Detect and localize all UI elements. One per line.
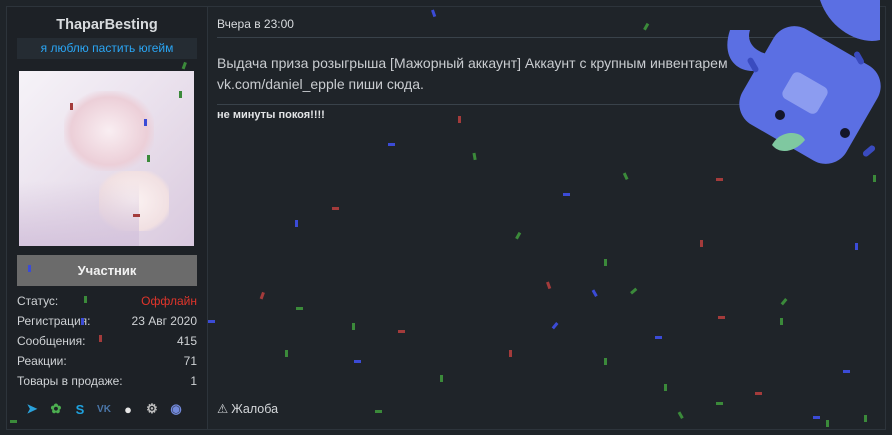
reactions-value: 71: [183, 354, 197, 368]
avatar-hair-shape: [64, 91, 154, 171]
stat-goods[interactable]: Товары в продаже: 1: [17, 371, 197, 391]
social-links: ➤ ✿ S VK ● ⚙ ◉: [23, 400, 193, 418]
mascot-eye-shape: [775, 110, 785, 120]
message-line: Выдача приза розыгрыша [Мажорный аккаунт…: [217, 55, 728, 71]
mascot-stripe-shape: [862, 145, 876, 157]
stat-status: Статус: Оффлайн: [17, 291, 197, 311]
post-message: Выдача приза розыгрыша [Мажорный аккаунт…: [217, 53, 777, 95]
telegram-icon[interactable]: ➤: [23, 400, 41, 418]
stat-registration: Регистрация: 23 Авг 2020: [17, 311, 197, 331]
user-stats: Статус: Оффлайн Регистрация: 23 Авг 2020…: [17, 291, 197, 391]
report-link[interactable]: ⚠ Жалоба: [217, 401, 279, 417]
stat-label: Товары в продаже:: [17, 374, 123, 388]
discord-icon[interactable]: ◉: [167, 400, 185, 418]
user-title: я люблю пастить югейм: [17, 38, 197, 59]
skype-icon[interactable]: S: [71, 400, 89, 418]
stat-messages: Сообщения: 415: [17, 331, 197, 351]
username-link[interactable]: ThaparBesting: [7, 17, 207, 33]
stat-label: Статус:: [17, 294, 59, 308]
discord-mascot-icon: [727, 0, 881, 164]
user-sidebar: ThaparBesting я люблю пастить югейм Учас…: [7, 7, 208, 429]
post-date-link[interactable]: Вчера в 23:00: [217, 17, 294, 31]
mascot-eye-shape: [840, 128, 850, 138]
avatar[interactable]: [19, 71, 194, 246]
goods-value[interactable]: 1: [190, 371, 197, 391]
messages-value: 415: [176, 334, 197, 348]
icq-icon[interactable]: ✿: [47, 400, 65, 418]
stat-label: Сообщения:: [17, 334, 86, 348]
stat-label: Регистрация:: [17, 314, 91, 328]
avatar-shade-shape: [19, 181, 139, 246]
vk-icon[interactable]: VK: [95, 400, 113, 418]
signature-divider: [217, 104, 777, 105]
user-signature: не минуты покоя!!!!: [217, 109, 325, 121]
message-link[interactable]: vk.com/daniel_epple пиши сюда.: [217, 74, 777, 95]
github-icon[interactable]: ●: [119, 400, 137, 418]
warning-icon: ⚠: [217, 402, 229, 416]
status-value: Оффлайн: [141, 294, 197, 308]
stat-label: Реакции:: [17, 354, 67, 368]
report-label: Жалоба: [231, 401, 279, 416]
steam-icon[interactable]: ⚙: [143, 400, 161, 418]
user-role-badge[interactable]: Участник: [17, 255, 197, 286]
registration-value: 23 Авг 2020: [131, 314, 197, 328]
mascot-top-shape: [820, 0, 880, 41]
stat-reactions: Реакции: 71: [17, 351, 197, 371]
